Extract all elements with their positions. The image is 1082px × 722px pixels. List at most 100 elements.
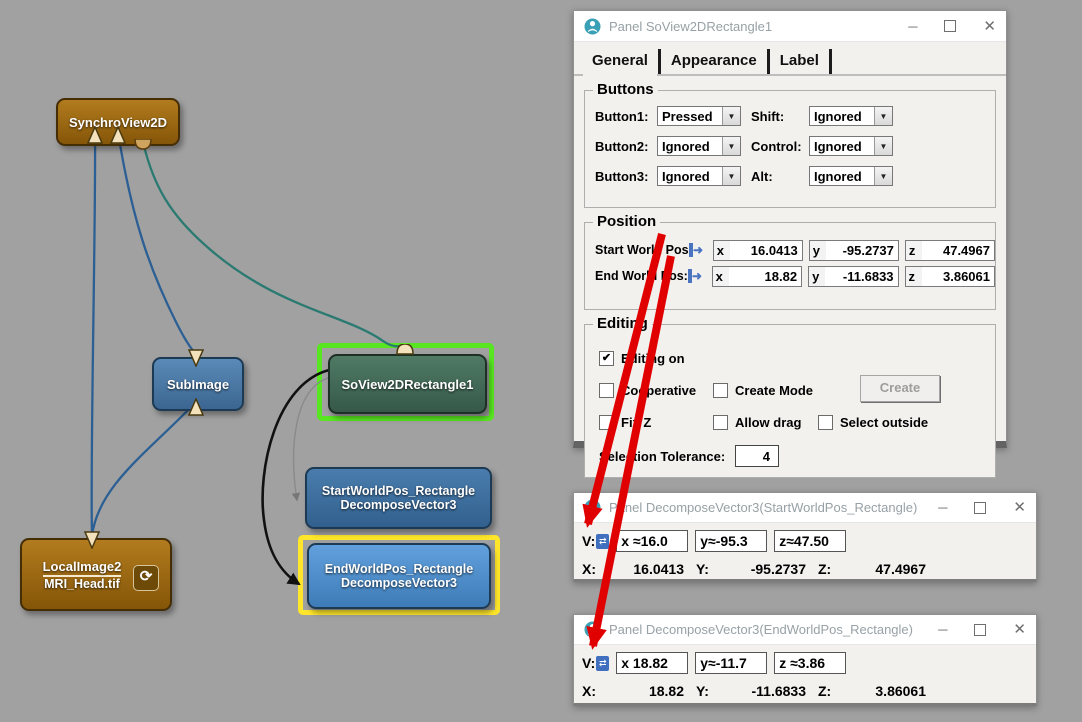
button1-dropdown[interactable]: Pressed▼	[657, 106, 741, 126]
start-z-field[interactable]: z47.4967	[905, 240, 995, 261]
z-output-value: 47.4967	[838, 561, 926, 577]
input-connector-triangle[interactable]	[87, 126, 103, 144]
checkbox-box[interactable]: ✔	[599, 351, 614, 366]
node-label: SoView2DRectangle1	[342, 377, 474, 392]
button3-dropdown[interactable]: Ignored▼	[657, 166, 741, 186]
tab-separator	[829, 49, 832, 74]
output-connector-triangle[interactable]	[84, 531, 100, 549]
checkbox-editing-on[interactable]: ✔ Editing on	[599, 351, 685, 366]
button-row: Button3: Ignored▼ Alt: Ignored▼	[585, 161, 995, 191]
axis-label: z	[906, 241, 922, 260]
screenshot-root: SynchroView2D SubImage SoView2DRectangle…	[0, 0, 1082, 722]
tab-separator	[767, 49, 770, 74]
checkbox-cooperative[interactable]: Cooperative	[599, 383, 696, 398]
edge-synchroview2d-soview2drectangle1	[144, 146, 405, 349]
shift-dropdown[interactable]: Ignored▼	[809, 106, 893, 126]
titlebar[interactable]: Panel DecomposeVector3(EndWorldPos_Recta…	[574, 615, 1036, 645]
checkbox-fix-z[interactable]: Fix Z	[599, 415, 651, 430]
dropdown-arrow-icon[interactable]: ▼	[874, 137, 892, 155]
group-title: Editing	[593, 315, 652, 332]
input-connector-triangle[interactable]	[110, 126, 126, 144]
checkbox-label: Allow drag	[735, 415, 801, 430]
group-title: Position	[593, 213, 660, 230]
node-startworldpos-decomposevector3[interactable]: StartWorldPos_Rectangle DecomposeVector3	[305, 467, 492, 529]
node-endworldpos-decomposevector3[interactable]: EndWorldPos_Rectangle DecomposeVector3	[307, 543, 491, 609]
checkbox-box[interactable]	[599, 415, 614, 430]
maximize-icon[interactable]	[944, 20, 956, 32]
checkbox-box[interactable]	[713, 383, 728, 398]
checkbox-label: Editing on	[621, 351, 685, 366]
dropdown-arrow-icon[interactable]: ▼	[874, 107, 892, 125]
checkbox-select-outside[interactable]: Select outside	[818, 415, 928, 430]
field-value: -11.6833	[825, 269, 897, 284]
minimize-icon[interactable]: ─	[938, 623, 947, 636]
v-y-field[interactable]: y≈-95.3	[695, 530, 767, 552]
create-button[interactable]: Create	[860, 375, 940, 402]
input-connector-triangle[interactable]	[188, 398, 204, 416]
titlebar[interactable]: Panel DecomposeVector3(StartWorldPos_Rec…	[574, 493, 1036, 523]
field-connector-icon[interactable]: ➜	[688, 269, 706, 283]
end-y-field[interactable]: y-11.6833	[808, 266, 898, 287]
end-z-field[interactable]: z3.86061	[905, 266, 995, 287]
v-x-field[interactable]: x 18.82	[616, 652, 688, 674]
tab-general[interactable]: General	[583, 49, 657, 76]
checkbox-label: Select outside	[840, 415, 928, 430]
minimize-icon[interactable]: ─	[938, 501, 947, 514]
tab-appearance[interactable]: Appearance	[662, 49, 766, 74]
dropdown-value: Ignored	[810, 109, 874, 124]
checkbox-label: Create Mode	[735, 383, 813, 398]
output-connector-triangle[interactable]	[188, 349, 204, 367]
checkbox-box[interactable]	[713, 415, 728, 430]
scene-connector-dome[interactable]	[134, 139, 152, 151]
alt-dropdown[interactable]: Ignored▼	[809, 166, 893, 186]
maximize-icon[interactable]	[974, 624, 986, 636]
reload-icon[interactable]: ⟳	[133, 565, 159, 591]
end-world-pos-row: End World Pos: ➜ x18.82 y-11.6833 z3.860…	[585, 263, 995, 289]
z-output-value: 3.86061	[838, 683, 926, 699]
dropdown-value: Pressed	[658, 109, 722, 124]
v-z-field[interactable]: z ≈3.86	[774, 652, 846, 674]
minimize-icon[interactable]: ─	[908, 20, 917, 33]
dropdown-arrow-icon[interactable]: ▼	[722, 137, 740, 155]
field-connector-icon[interactable]: ➜	[689, 243, 707, 257]
tab-label[interactable]: Label	[771, 49, 828, 74]
v-z-field[interactable]: z≈47.50	[774, 530, 846, 552]
checkbox-create-mode[interactable]: Create Mode	[713, 383, 813, 398]
close-icon[interactable]: ✕	[983, 20, 996, 33]
titlebar[interactable]: Panel SoView2DRectangle1 ─ ✕	[574, 11, 1006, 42]
start-x-field[interactable]: x16.0413	[713, 240, 803, 261]
node-soview2drectangle1[interactable]: SoView2DRectangle1	[328, 354, 487, 414]
field-label: Control:	[751, 139, 809, 154]
sync-arrows-icon[interactable]: ⇄	[596, 656, 609, 671]
dropdown-value: Ignored	[810, 139, 874, 154]
checkbox-box[interactable]	[818, 415, 833, 430]
x-output-value: 18.82	[602, 683, 684, 699]
field-label: End World Pos:	[595, 269, 688, 283]
scene-connector-dome[interactable]	[396, 344, 414, 356]
field-value: -95.2737	[826, 243, 898, 258]
x-output-label: X:	[582, 561, 602, 577]
y-output-label: Y:	[696, 561, 716, 577]
close-icon[interactable]: ✕	[1013, 501, 1026, 514]
checkbox-allow-drag[interactable]: Allow drag	[713, 415, 801, 430]
dropdown-arrow-icon[interactable]: ▼	[722, 167, 740, 185]
close-icon[interactable]: ✕	[1013, 623, 1026, 636]
end-x-field[interactable]: x18.82	[712, 266, 802, 287]
dropdown-arrow-icon[interactable]: ▼	[874, 167, 892, 185]
sync-arrows-icon[interactable]: ⇄	[596, 534, 609, 549]
button2-dropdown[interactable]: Ignored▼	[657, 136, 741, 156]
control-dropdown[interactable]: Ignored▼	[809, 136, 893, 156]
x-output-value: 16.0413	[602, 561, 684, 577]
x-output-label: X:	[582, 683, 602, 699]
window-panel-decomposevector3-start: Panel DecomposeVector3(StartWorldPos_Rec…	[573, 492, 1037, 582]
dropdown-arrow-icon[interactable]: ▼	[722, 107, 740, 125]
start-y-field[interactable]: y-95.2737	[809, 240, 899, 261]
maximize-icon[interactable]	[974, 502, 986, 514]
node-label: SubImage	[167, 377, 229, 392]
axis-label: y	[810, 241, 826, 260]
checkbox-box[interactable]	[599, 383, 614, 398]
button-row: Button2: Ignored▼ Control: Ignored▼	[585, 131, 995, 161]
selection-tolerance-field[interactable]: 4	[735, 445, 779, 467]
v-y-field[interactable]: y≈-11.7	[695, 652, 767, 674]
v-x-field[interactable]: x ≈16.0	[616, 530, 688, 552]
